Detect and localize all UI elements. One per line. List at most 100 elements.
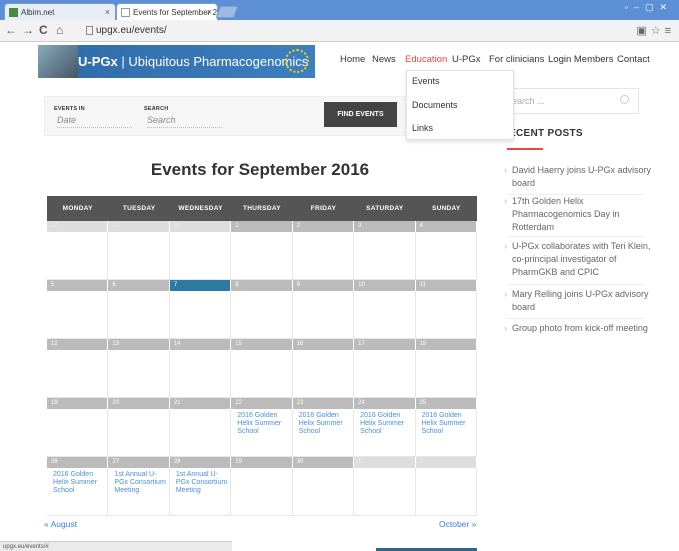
day-number[interactable]: 24 bbox=[354, 398, 416, 409]
close-tab-icon[interactable]: × bbox=[105, 7, 110, 17]
day-cell bbox=[354, 468, 416, 516]
menu-for-clinicians[interactable]: For clinicians bbox=[489, 54, 544, 65]
day-cell: 1st Annual U-PGx Consortium Meeting bbox=[108, 468, 170, 516]
dropdown-item-documents[interactable]: Documents bbox=[412, 100, 458, 110]
find-events-button[interactable]: FIND EVENTS bbox=[324, 102, 397, 127]
divider bbox=[507, 284, 644, 285]
browser-tab-events[interactable]: Events for September 201 × bbox=[116, 3, 218, 20]
search-icon[interactable] bbox=[620, 95, 629, 104]
event-link[interactable]: 2016 Golden Helix Summer School bbox=[237, 412, 289, 436]
day-cell bbox=[354, 291, 416, 339]
tab-label: Albim.net bbox=[21, 8, 55, 17]
recent-post-link[interactable]: Mary Relling joins U-PGx advisory board bbox=[504, 288, 652, 314]
dropdown-item-links[interactable]: Links bbox=[412, 123, 433, 133]
day-number[interactable]: 10 bbox=[354, 280, 416, 291]
next-month-link[interactable]: October » bbox=[439, 519, 476, 529]
day-number[interactable]: 23 bbox=[292, 398, 355, 409]
day-number[interactable]: 28 bbox=[169, 457, 232, 468]
day-number[interactable]: 27 bbox=[108, 457, 170, 468]
window-controls[interactable]: ▫–▢✕ bbox=[625, 2, 673, 13]
day-number[interactable]: 29 bbox=[231, 457, 293, 468]
tab-label: Events for September 201 bbox=[133, 8, 218, 17]
day-number[interactable]: 2 bbox=[415, 457, 477, 468]
menu-education[interactable]: Education bbox=[405, 54, 447, 65]
prev-month-link[interactable]: « August bbox=[44, 519, 77, 529]
day-number[interactable]: 14 bbox=[169, 339, 232, 350]
day-number[interactable]: 18 bbox=[415, 339, 477, 350]
address-bar[interactable]: upgx.eu/events/ bbox=[86, 23, 606, 39]
calendar-title: Events for September 2016 bbox=[150, 160, 370, 179]
recent-post-link[interactable]: U-PGx collaborates with Teri Klein, co-p… bbox=[504, 240, 652, 279]
day-number[interactable]: 20 bbox=[108, 398, 170, 409]
menu-contact[interactable]: Contact bbox=[617, 54, 650, 65]
day-number[interactable]: 30 bbox=[108, 221, 170, 232]
day-number[interactable]: 1 bbox=[231, 221, 293, 232]
date-input[interactable]: Date bbox=[57, 115, 132, 128]
day-number[interactable]: 5 bbox=[47, 280, 109, 291]
event-link[interactable]: 2016 Golden Helix Summer School bbox=[422, 412, 474, 436]
day-cell bbox=[231, 232, 293, 280]
day-header: THURSDAY bbox=[243, 205, 281, 212]
new-tab-button[interactable] bbox=[215, 6, 239, 18]
day-number[interactable]: 4 bbox=[415, 221, 477, 232]
event-link[interactable]: 1st Annual U-PGx Consortium Meeting bbox=[114, 471, 166, 495]
day-number[interactable]: 15 bbox=[231, 339, 293, 350]
reload-icon[interactable]: C bbox=[39, 23, 48, 37]
day-header: TUESDAY bbox=[122, 205, 156, 212]
search-input[interactable]: Search bbox=[147, 115, 222, 128]
calendar-week-row: 5 6 7 8 9 10 11 bbox=[47, 280, 477, 339]
event-link[interactable]: 2016 Golden Helix Summer School bbox=[299, 412, 351, 436]
recent-post-link[interactable]: Group photo from kick-off meeting bbox=[504, 322, 652, 335]
menu-upgx[interactable]: U-PGx bbox=[452, 54, 481, 65]
sidebar-search-input[interactable]: earch ... bbox=[505, 88, 639, 114]
home-icon[interactable]: ⌂ bbox=[56, 23, 63, 37]
menu-home[interactable]: Home bbox=[340, 54, 365, 65]
forward-icon[interactable]: → bbox=[22, 23, 34, 37]
browser-tab-strip: Albim.net × Events for September 201 × ▫… bbox=[0, 0, 679, 20]
day-number[interactable]: 30 bbox=[292, 457, 355, 468]
day-number[interactable]: 11 bbox=[415, 280, 477, 291]
search-placeholder: earch ... bbox=[512, 96, 545, 106]
site-logo[interactable]: U-PGx | Ubiquitous Pharmacogenomics bbox=[38, 45, 315, 78]
day-number[interactable]: 19 bbox=[47, 398, 109, 409]
event-link[interactable]: 2016 Golden Helix Summer School bbox=[360, 412, 412, 436]
day-number[interactable]: 6 bbox=[108, 280, 170, 291]
day-number[interactable]: 9 bbox=[292, 280, 355, 291]
event-link[interactable]: 1st Annual U-PGx Consortium Meeting bbox=[176, 471, 228, 495]
day-number[interactable]: 12 bbox=[47, 339, 109, 350]
day-cell: 2016 Golden Helix Summer School bbox=[47, 468, 109, 516]
menu-news[interactable]: News bbox=[372, 54, 396, 65]
day-number[interactable]: 29 bbox=[47, 221, 109, 232]
back-icon[interactable]: ← bbox=[5, 23, 17, 37]
day-number[interactable]: 8 bbox=[231, 280, 293, 291]
day-number[interactable]: 17 bbox=[354, 339, 416, 350]
day-number[interactable]: 7 bbox=[169, 280, 232, 291]
event-link[interactable]: 2016 Golden Helix Summer School bbox=[53, 471, 105, 495]
day-number[interactable]: 22 bbox=[231, 398, 293, 409]
dropdown-item-events[interactable]: Events bbox=[412, 76, 440, 86]
recent-post-link[interactable]: David Haerry joins U-PGx advisory board bbox=[504, 164, 652, 190]
calendar-week-row: 12 13 14 15 16 17 18 bbox=[47, 339, 477, 398]
day-number[interactable]: 2 bbox=[292, 221, 355, 232]
day-cell bbox=[292, 468, 355, 516]
day-number[interactable]: 31 bbox=[169, 221, 232, 232]
day-cell bbox=[292, 232, 355, 280]
day-cell bbox=[47, 232, 109, 280]
menu-login-members[interactable]: Login Members bbox=[548, 54, 613, 65]
recent-post-link[interactable]: 17th Golden Helix Pharmacogenomics Day i… bbox=[504, 195, 652, 234]
day-cell bbox=[47, 291, 109, 339]
recent-posts-heading: ECENT POSTS bbox=[509, 128, 583, 139]
browser-tab-albim[interactable]: Albim.net × bbox=[4, 3, 116, 20]
day-number[interactable]: 26 bbox=[47, 457, 109, 468]
day-number[interactable]: 16 bbox=[292, 339, 355, 350]
toolbar-icons[interactable]: ▣☆≡ bbox=[636, 24, 675, 37]
day-number[interactable]: 1 bbox=[354, 457, 416, 468]
close-tab-icon[interactable]: × bbox=[207, 7, 212, 17]
page-icon bbox=[86, 26, 93, 35]
day-number[interactable]: 21 bbox=[169, 398, 232, 409]
day-number[interactable]: 25 bbox=[415, 398, 477, 409]
url-text: upgx.eu/events/ bbox=[96, 25, 167, 36]
day-number[interactable]: 3 bbox=[354, 221, 416, 232]
day-number[interactable]: 13 bbox=[108, 339, 170, 350]
day-cell bbox=[169, 291, 232, 339]
